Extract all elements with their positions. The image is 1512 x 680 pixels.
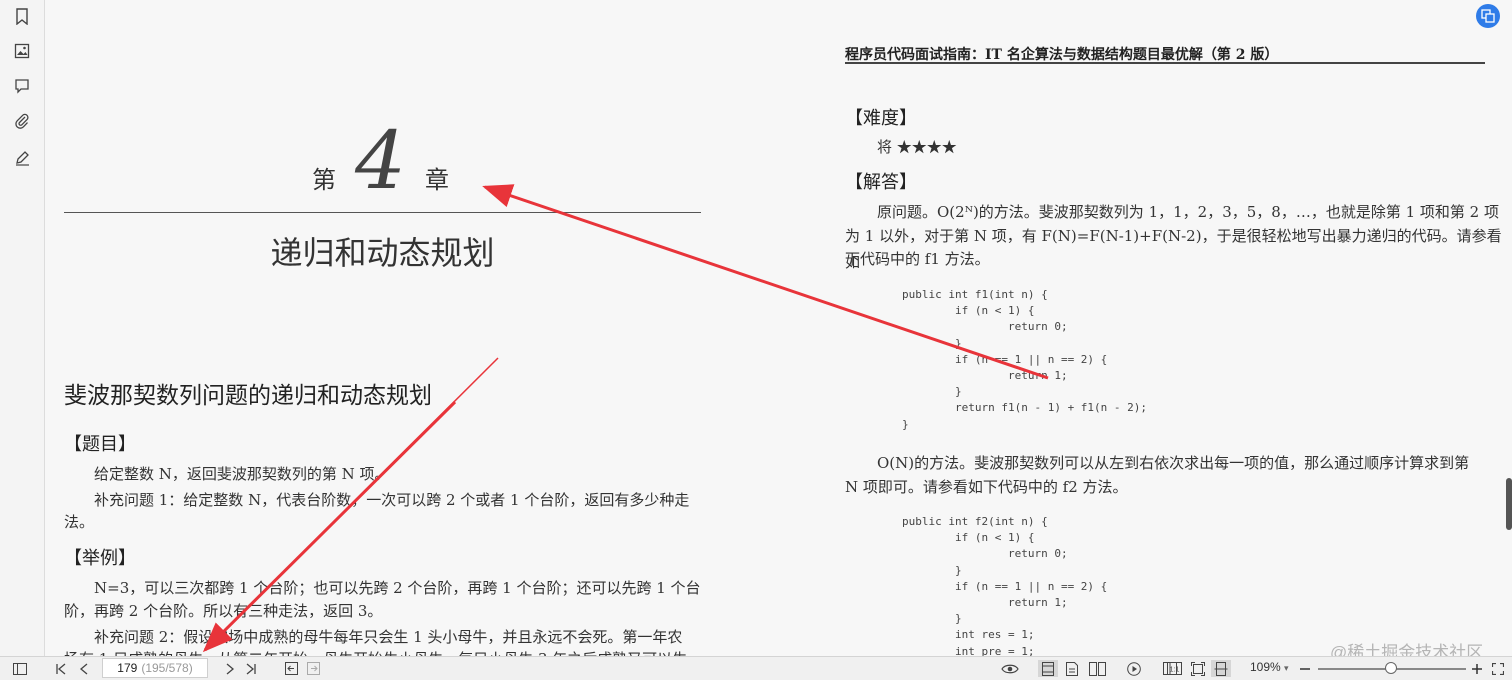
header-rule xyxy=(845,62,1485,64)
chapter-divider xyxy=(64,212,701,213)
comment-icon[interactable] xyxy=(10,74,34,98)
chapter-prefix: 第 xyxy=(312,166,336,194)
chevron-down-icon: ▾ xyxy=(1284,663,1289,673)
fullscreen-icon[interactable] xyxy=(1490,660,1506,677)
last-page-icon[interactable] xyxy=(242,660,260,677)
answer-paragraph: O(N)的方法。斐波那契数列可以从左到右依次求出每一项的值，那么通过顺序计算求到… xyxy=(877,454,1470,472)
zoom-in-icon[interactable] xyxy=(1470,660,1484,677)
chapter-number: 4 xyxy=(355,114,406,207)
document-view[interactable]: 第 4 章 递归和动态规划 斐波那契数列问题的递归和动态规划 【题目】 给定整数… xyxy=(45,0,1512,656)
difficulty-value: 将 ★★★★ xyxy=(877,138,957,156)
chapter-suffix: 章 xyxy=(425,166,449,194)
svg-text:1:1: 1:1 xyxy=(1169,667,1179,674)
answer-heading: 【解答】 xyxy=(845,172,917,193)
first-page-icon[interactable] xyxy=(52,660,70,677)
single-page-view-icon[interactable] xyxy=(1038,660,1058,677)
problem-paragraph: 给定整数 N，返回斐波那契数列的第 N 项。 xyxy=(94,465,390,483)
back-icon[interactable] xyxy=(282,660,300,677)
chapter-title: 递归和动态规划 xyxy=(270,234,495,272)
bookmark-icon[interactable] xyxy=(10,4,34,28)
page-total: (195/578) xyxy=(141,661,193,675)
left-page: 第 4 章 递归和动态规划 斐波那契数列问题的递归和动态规划 【题目】 给定整数… xyxy=(45,0,765,656)
example-heading: 【举例】 xyxy=(64,548,136,569)
section-title: 斐波那契数列问题的递归和动态规划 xyxy=(64,383,432,409)
page-number-input[interactable]: 179 (195/578) xyxy=(102,658,208,678)
fit-width-icon[interactable] xyxy=(1211,660,1231,677)
continuous-view-icon[interactable] xyxy=(1062,660,1082,677)
problem-heading: 【题目】 xyxy=(64,434,136,455)
current-page: 179 xyxy=(117,661,138,675)
answer-paragraph: 下代码中的 f1 方法。 xyxy=(845,250,990,268)
scrollbar-thumb[interactable] xyxy=(1506,478,1512,530)
problem-paragraph: 补充问题 1：给定整数 N，代表台阶数，一次可以跨 2 个或者 1 个台阶，返回… xyxy=(94,491,690,509)
answer-paragraph: 原问题。O(2ᴺ)的方法。斐波那契数列为 1，1，2，3，5，8，…，也就是除第… xyxy=(877,203,1499,221)
problem-paragraph: 法。 xyxy=(64,513,95,531)
next-page-icon[interactable] xyxy=(222,660,238,677)
two-page-view-icon[interactable] xyxy=(1086,660,1108,677)
zoom-slider-handle[interactable] xyxy=(1385,662,1397,674)
left-sidebar-rail xyxy=(0,0,45,656)
difficulty-heading: 【难度】 xyxy=(845,108,917,129)
attachment-icon[interactable] xyxy=(10,109,34,133)
code-block-f1: public int f1(int n) { if (n < 1) { retu… xyxy=(902,288,1148,431)
translate-icon xyxy=(1481,9,1495,23)
code-block-f2: public int f2(int n) { if (n < 1) { retu… xyxy=(902,515,1108,656)
zoom-out-icon[interactable] xyxy=(1298,660,1312,677)
prev-page-icon[interactable] xyxy=(76,660,92,677)
image-icon[interactable] xyxy=(10,39,34,63)
right-page: 程序员代码面试指南：IT 名企算法与数据结构题目最优解（第 2 版） 【难度】 … xyxy=(805,0,1512,656)
answer-paragraph: N 项即可。请参看如下代码中的 f2 方法。 xyxy=(845,478,1128,496)
sidebar-toggle-icon[interactable] xyxy=(10,660,30,677)
forward-icon[interactable] xyxy=(304,660,322,677)
book-running-header: 程序员代码面试指南：IT 名企算法与数据结构题目最优解（第 2 版） xyxy=(845,47,1279,63)
example-paragraph: 场有 1 只成熟的母牛，从第二年开始，母牛开始生小母牛。每只小母牛 3 年之后成… xyxy=(64,646,687,656)
chapter-heading: 第 4 章 xyxy=(307,114,507,207)
fit-page-icon[interactable] xyxy=(1188,660,1208,677)
actual-size-icon[interactable]: 1:1 xyxy=(1164,660,1184,677)
zoom-level-dropdown[interactable]: 109% ▾ xyxy=(1250,660,1289,674)
example-paragraph: 阶，再跨 2 个台阶。所以有三种走法，返回 3。 xyxy=(64,602,383,620)
floating-action-button[interactable] xyxy=(1476,4,1500,28)
status-bar: 179 (195/578) 1:1 109% ▾ xyxy=(0,656,1512,680)
eye-icon[interactable] xyxy=(998,660,1022,677)
zoom-level: 109% xyxy=(1250,660,1281,674)
sign-icon[interactable] xyxy=(10,145,34,169)
play-icon[interactable] xyxy=(1124,660,1144,677)
